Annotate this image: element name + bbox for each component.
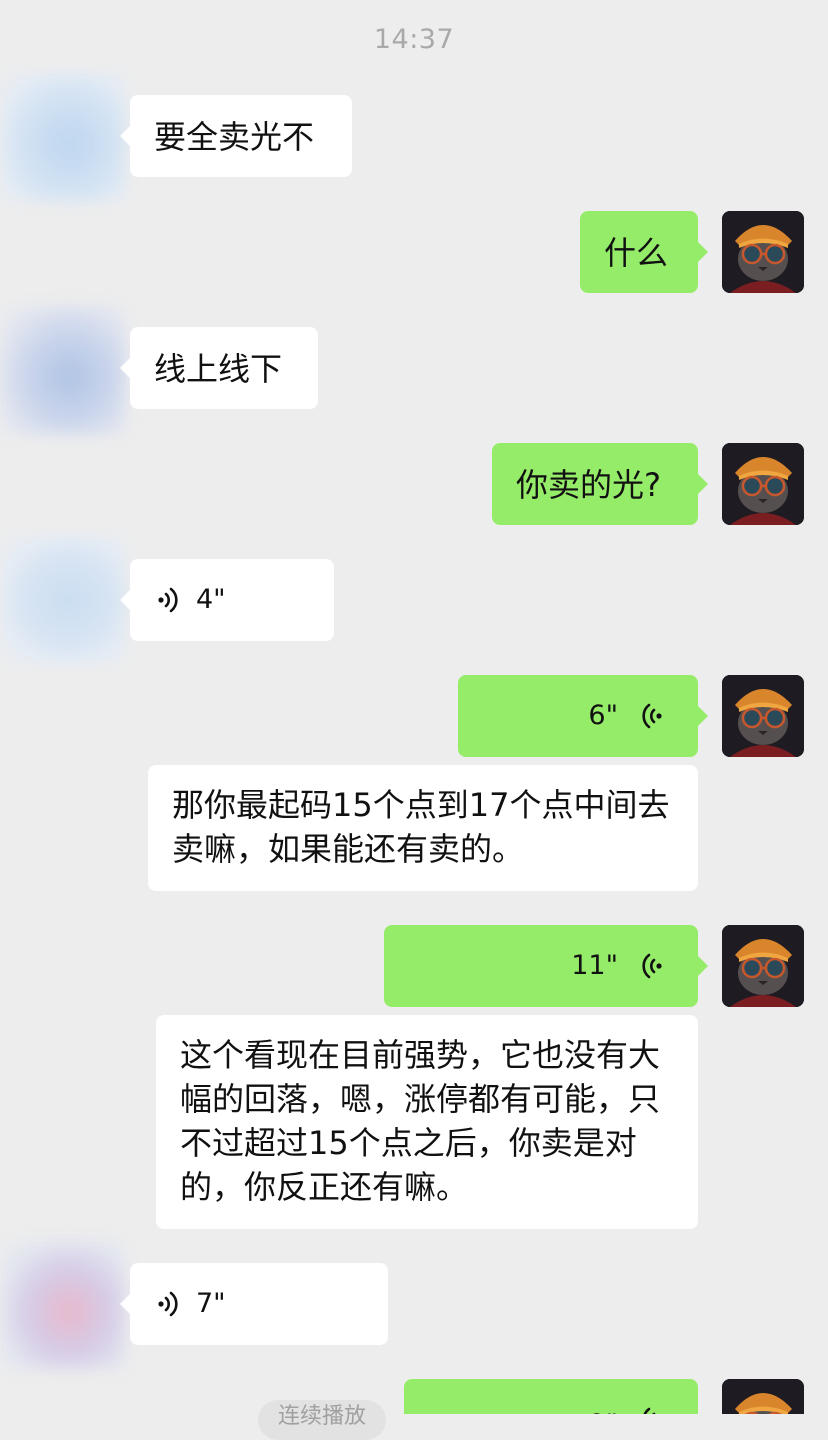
voice-wave-icon bbox=[158, 1291, 178, 1317]
my-avatar[interactable] bbox=[722, 211, 804, 293]
my-avatar[interactable] bbox=[722, 675, 804, 757]
message-text: 什么 bbox=[604, 234, 669, 272]
voice-wave-icon bbox=[158, 587, 178, 613]
message-text: 你卖的光? bbox=[516, 466, 661, 504]
my-avatar[interactable] bbox=[722, 925, 804, 1007]
continuous-play-button[interactable]: 连续播放 bbox=[258, 1400, 386, 1440]
voice-duration: 6" bbox=[588, 700, 618, 731]
voice-message-sent[interactable]: 6" bbox=[458, 675, 708, 757]
contact-avatar[interactable] bbox=[0, 305, 126, 435]
voice-transcript[interactable]: 那你最起码15个点到17个点中间去卖嘛，如果能还有卖的。 bbox=[148, 765, 698, 891]
cat-avatar bbox=[722, 925, 804, 1007]
voice-wave-icon bbox=[643, 1407, 656, 1414]
message-text: 要全卖光不 bbox=[154, 118, 315, 156]
my-avatar[interactable] bbox=[722, 443, 804, 525]
voice-wave-icon bbox=[642, 703, 662, 729]
contact-avatar[interactable] bbox=[0, 535, 126, 665]
voice-message-sent[interactable]: 11" bbox=[384, 925, 708, 1007]
voice-duration: 7" bbox=[196, 1288, 226, 1319]
voice-duration: 11" bbox=[571, 950, 618, 981]
voice-message-received[interactable]: 7" bbox=[120, 1263, 388, 1345]
voice-duration: 9" bbox=[588, 1401, 618, 1414]
voice-message-sent[interactable]: 9" bbox=[404, 1379, 698, 1414]
cat-avatar bbox=[722, 211, 804, 293]
voice-message-received[interactable]: 4" bbox=[120, 559, 334, 641]
contact-avatar[interactable] bbox=[0, 72, 126, 202]
timestamp: 14:37 bbox=[373, 24, 455, 55]
message-bubble-received[interactable]: 要全卖光不 bbox=[120, 95, 352, 177]
transcript-text: 这个看现在目前强势，它也没有大幅的回落，嗯，涨停都有可能，只不过超过15个点之后… bbox=[180, 1036, 661, 1206]
message-bubble-sent[interactable]: 什么 bbox=[580, 211, 708, 293]
cat-avatar bbox=[722, 1379, 804, 1414]
contact-avatar[interactable] bbox=[0, 1240, 126, 1370]
voice-duration: 4" bbox=[196, 584, 226, 615]
continuous-play-label: 连续播放 bbox=[277, 1404, 366, 1429]
cat-avatar bbox=[722, 675, 804, 757]
my-avatar[interactable] bbox=[722, 1379, 804, 1414]
cat-avatar bbox=[722, 443, 804, 525]
voice-transcript[interactable]: 这个看现在目前强势，它也没有大幅的回落，嗯，涨停都有可能，只不过超过15个点之后… bbox=[156, 1015, 698, 1229]
message-text: 线上线下 bbox=[154, 350, 283, 388]
transcript-text: 那你最起码15个点到17个点中间去卖嘛，如果能还有卖的。 bbox=[172, 786, 670, 868]
voice-wave-icon bbox=[642, 953, 662, 979]
message-bubble-sent[interactable]: 你卖的光? bbox=[492, 443, 708, 525]
message-bubble-received[interactable]: 线上线下 bbox=[120, 327, 318, 409]
